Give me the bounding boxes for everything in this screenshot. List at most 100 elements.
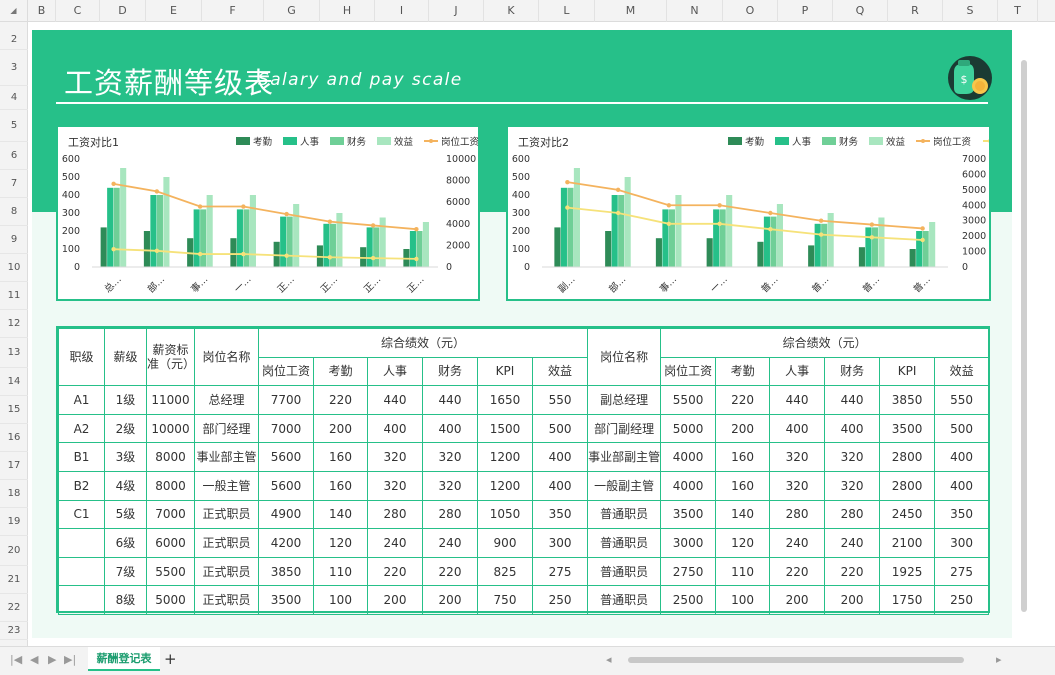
table-cell[interactable]: 3级	[104, 442, 147, 472]
table-cell[interactable]: 500	[531, 413, 589, 444]
table-cell[interactable]: 1750	[879, 585, 936, 615]
table-cell[interactable]: 1级	[104, 385, 147, 415]
row-header-2[interactable]: 2	[0, 30, 28, 50]
table-cell[interactable]: 3850	[879, 385, 936, 415]
row-header-5[interactable]: 5	[0, 110, 28, 142]
column-header-C[interactable]: C	[56, 0, 100, 22]
table-cell[interactable]: 550	[531, 385, 589, 415]
table-cell[interactable]: 500	[934, 413, 990, 444]
row-header-14[interactable]: 14	[0, 368, 28, 396]
table-cell[interactable]: 320	[367, 470, 423, 501]
column-header-N[interactable]: N	[667, 0, 723, 22]
table-cell[interactable]: 240	[367, 528, 423, 558]
row-header-19[interactable]: 19	[0, 508, 28, 536]
first-sheet-button[interactable]: |◀	[10, 653, 22, 666]
last-sheet-button[interactable]: ▶|	[64, 653, 76, 666]
table-cell[interactable]: 2750	[660, 556, 717, 587]
table-cell[interactable]: 2500	[660, 585, 717, 615]
sheet-tab-salary[interactable]: 薪酬登记表	[88, 647, 160, 671]
table-cell[interactable]: 6级	[104, 528, 147, 558]
table-cell[interactable]: 3500	[660, 499, 717, 530]
table-cell[interactable]: 8000	[146, 442, 195, 472]
table-cell[interactable]: 2800	[879, 442, 936, 472]
table-cell[interactable]: 400	[934, 470, 990, 501]
table-cell[interactable]: 220	[313, 385, 368, 415]
column-header-P[interactable]: P	[778, 0, 833, 22]
table-cell[interactable]: 5600	[258, 442, 314, 472]
vertical-scrollbar[interactable]	[1021, 60, 1027, 612]
row-header-23[interactable]: 23	[0, 622, 28, 640]
table-cell[interactable]: 220	[824, 556, 881, 587]
table-cell[interactable]: 320	[769, 470, 826, 501]
table-cell[interactable]: 3000	[660, 528, 717, 558]
table-cell[interactable]: 1200	[477, 470, 533, 501]
table-cell[interactable]: 普通职员	[587, 585, 662, 615]
table-cell[interactable]	[58, 528, 105, 558]
table-cell[interactable]: 正式职员	[194, 585, 259, 615]
table-cell[interactable]: 正式职员	[194, 528, 259, 558]
column-header-E[interactable]: E	[146, 0, 202, 22]
table-cell[interactable]: 120	[313, 528, 368, 558]
table-cell[interactable]: 3850	[258, 556, 314, 587]
table-cell[interactable]: 200	[769, 585, 826, 615]
table-cell[interactable]: 200	[715, 413, 771, 444]
table-cell[interactable]: A2	[58, 413, 105, 444]
column-header-J[interactable]: J	[429, 0, 484, 22]
table-cell[interactable]: 240	[422, 528, 478, 558]
table-cell[interactable]: 400	[769, 413, 826, 444]
column-header-I[interactable]: I	[375, 0, 429, 22]
table-cell[interactable]: 200	[824, 585, 881, 615]
table-cell[interactable]: 280	[367, 499, 423, 530]
table-cell[interactable]: 100	[313, 585, 368, 615]
table-cell[interactable]: 140	[313, 499, 368, 530]
table-cell[interactable]: 5600	[258, 470, 314, 501]
table-cell[interactable]: 160	[715, 442, 771, 472]
table-cell[interactable]: 320	[824, 470, 881, 501]
table-cell[interactable]: 1500	[477, 413, 533, 444]
table-cell[interactable]: 2100	[879, 528, 936, 558]
row-header-17[interactable]: 17	[0, 452, 28, 480]
table-cell[interactable]: 320	[422, 442, 478, 472]
table-cell[interactable]: 1650	[477, 385, 533, 415]
table-cell[interactable]: 总经理	[194, 385, 259, 415]
table-cell[interactable]: 280	[824, 499, 881, 530]
table-cell[interactable]: 4900	[258, 499, 314, 530]
row-header-21[interactable]: 21	[0, 566, 28, 594]
table-cell[interactable]: 400	[367, 413, 423, 444]
table-cell[interactable]: 320	[824, 442, 881, 472]
table-cell[interactable]: 250	[531, 585, 589, 615]
table-cell[interactable]: 110	[715, 556, 771, 587]
table-cell[interactable]: 事业部主管	[194, 442, 259, 472]
table-cell[interactable]: 200	[313, 413, 368, 444]
table-cell[interactable]	[58, 556, 105, 587]
table-cell[interactable]: 160	[715, 470, 771, 501]
table-cell[interactable]: 2800	[879, 470, 936, 501]
table-cell[interactable]: 4级	[104, 470, 147, 501]
table-cell[interactable]: 7000	[146, 499, 195, 530]
table-cell[interactable]: 400	[531, 470, 589, 501]
table-cell[interactable]: 5000	[660, 413, 717, 444]
table-cell[interactable]	[58, 585, 105, 615]
select-all-corner[interactable]: ◢	[0, 0, 28, 22]
next-sheet-button[interactable]: ▶	[48, 653, 56, 666]
table-cell[interactable]: 事业部副主管	[587, 442, 662, 472]
table-cell[interactable]: 一般主管	[194, 470, 259, 501]
table-cell[interactable]: 2450	[879, 499, 936, 530]
table-cell[interactable]: A1	[58, 385, 105, 415]
table-cell[interactable]: 160	[313, 442, 368, 472]
table-cell[interactable]: 普通职员	[587, 528, 662, 558]
table-cell[interactable]: 825	[477, 556, 533, 587]
column-header-S[interactable]: S	[943, 0, 998, 22]
add-sheet-button[interactable]: +	[164, 650, 177, 668]
row-header-11[interactable]: 11	[0, 282, 28, 310]
table-cell[interactable]: 320	[769, 442, 826, 472]
table-cell[interactable]: 4000	[660, 470, 717, 501]
table-cell[interactable]: 320	[422, 470, 478, 501]
horizontal-scrollbar[interactable]	[628, 657, 964, 663]
table-cell[interactable]: B1	[58, 442, 105, 472]
table-cell[interactable]: 280	[422, 499, 478, 530]
table-cell[interactable]: 5500	[146, 556, 195, 587]
table-cell[interactable]: 1925	[879, 556, 936, 587]
table-cell[interactable]: 10000	[146, 413, 195, 444]
table-cell[interactable]: 440	[824, 385, 881, 415]
